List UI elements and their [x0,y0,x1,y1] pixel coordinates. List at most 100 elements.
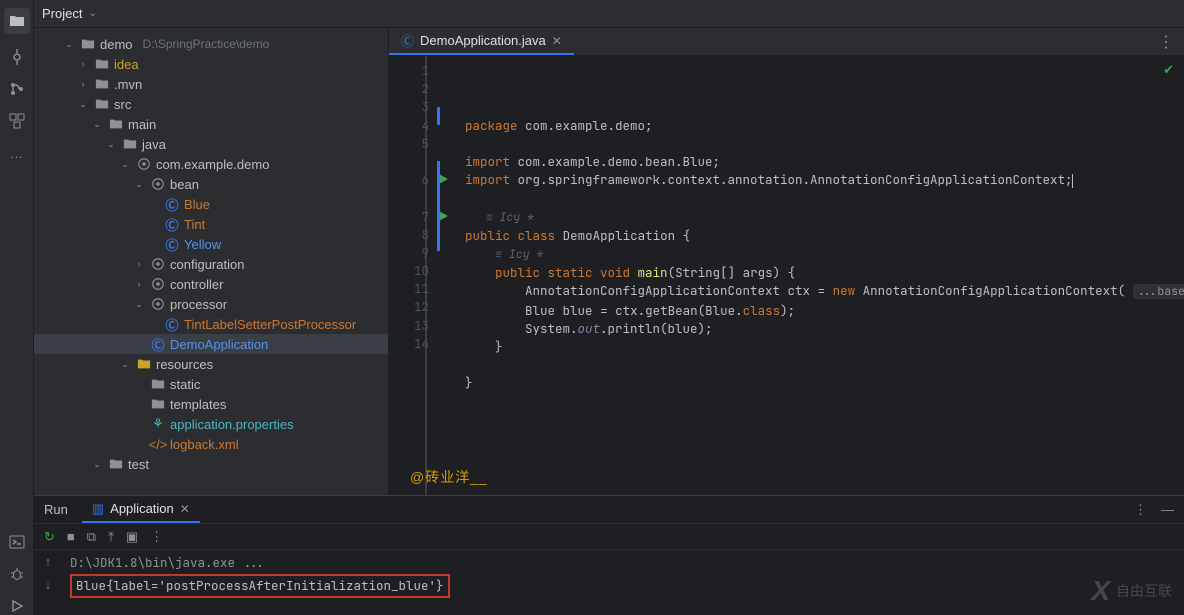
tree-label: test [128,457,149,472]
line-number: 8 [389,226,429,244]
run-title: Run [44,502,68,517]
console-output-highlight: Blue{label='postProcessAfterInitializati… [70,574,450,598]
tree-label: static [170,377,200,392]
tree-node-configuration[interactable]: ›configuration [34,254,388,274]
tree-label: logback.xml [170,437,239,452]
tree-label: Tint [184,217,205,232]
up-icon[interactable]: ↑ [45,554,52,569]
more-icon[interactable]: ⋮ [1134,502,1147,518]
tree-node-static[interactable]: static [34,374,388,394]
tree-node-src[interactable]: ⌄src [34,94,388,114]
tree-node-logback-xml[interactable]: </>logback.xml [34,434,388,454]
props-icon: ⚘ [150,416,166,432]
tree-node-bean[interactable]: ⌄ bean [34,174,388,194]
rerun-icon[interactable]: ↻ [44,529,55,545]
terminal-tool-button[interactable] [8,533,26,551]
chevron-icon[interactable]: ⌄ [90,459,104,470]
structure-tool-button[interactable] [8,112,26,130]
tree-node-yellow[interactable]: ⒸYellow [34,234,388,254]
folder-icon [94,77,110,91]
left-toolbar: … [0,0,34,615]
tree-node-com-example-demo[interactable]: ⌄com.example.demo [34,154,388,174]
chevron-icon[interactable]: ⌄ [118,359,132,370]
line-number: 7 [389,208,429,226]
chevron-icon[interactable]: › [76,79,90,89]
folder-icon [80,37,96,51]
folder-icon [122,137,138,151]
run-tool-window: Run ▥ Application ✕ ⋮ — ↻ ■ ⧉ ⤒ ▣ ⋮ [34,495,1184,615]
tree-label: Blue [184,197,210,212]
chevron-icon[interactable]: ⌄ [62,39,76,50]
tree-node-tintlabelsetterpostprocessor[interactable]: ⒸTintLabelSetterPostProcessor [34,314,388,334]
debug-tool-button[interactable] [8,565,26,583]
code-editor[interactable]: ✔ 1234567891011121314 package com.exampl… [389,56,1184,495]
tree-node-application-properties[interactable]: ⚘application.properties [34,414,388,434]
chevron-icon[interactable]: › [132,279,146,289]
line-number: 2 [389,80,429,98]
package-icon [150,297,166,311]
project-tool-button[interactable] [4,8,30,34]
chevron-icon[interactable]: ⌄ [132,179,146,190]
line-number [389,153,429,171]
package-icon [136,157,152,171]
tree-label: DemoApplication [170,337,268,352]
project-title: Project [42,6,82,21]
more-tool-button[interactable]: … [8,144,26,162]
line-number: 13 [389,317,429,335]
tree-node-tint[interactable]: Ⓒ Tint [34,214,388,234]
screenshot-icon[interactable]: ⧉ [87,529,96,545]
tree-label: Yellow [184,237,221,252]
tree-node--mvn[interactable]: ›.mvn [34,74,388,94]
folder-icon [94,97,110,111]
chevron-icon[interactable]: ⌄ [132,299,146,310]
commit-tool-button[interactable] [8,48,26,66]
tree-node-demo[interactable]: ⌄demoD:\SpringPractice\demo [34,34,388,54]
tab-demoapplication[interactable]: Ⓒ DemoApplication.java ✕ [389,28,574,55]
tree-label: resources [156,357,213,372]
console-command: D:\JDK1.8\bin\java.exe ... [70,554,265,571]
tree-node-resources[interactable]: ⌄ resources [34,354,388,374]
line-number: 6 [389,171,429,189]
tree-label: controller [170,277,223,292]
tree-label: idea [114,57,139,72]
project-tree[interactable]: ⌄demoD:\SpringPractice\demo › idea ›.mvn⌄sr… [34,28,389,495]
chevron-icon[interactable]: › [76,59,90,69]
chevron-icon[interactable]: ⌄ [90,119,104,130]
run-tool-button[interactable] [8,597,26,615]
more-icon[interactable]: ⋮ [150,529,163,545]
export-icon[interactable]: ⤒ [108,529,114,545]
close-icon[interactable]: ✕ [552,34,562,48]
tree-node-test[interactable]: ⌄ test [34,454,388,474]
layout-icon[interactable]: ▣ [126,529,138,545]
stop-icon[interactable]: ■ [67,529,75,544]
line-number: 4 [389,117,429,135]
close-icon[interactable]: ✕ [180,502,190,516]
down-icon[interactable]: ↓ [45,577,52,592]
vcs-tool-button[interactable] [8,80,26,98]
tree-node-templates[interactable]: templates [34,394,388,414]
chevron-icon[interactable]: › [132,259,146,269]
chevron-icon[interactable]: ⌄ [76,99,90,110]
tree-label: main [128,117,156,132]
run-console[interactable]: D:\JDK1.8\bin\java.exe ... Blue{label='p… [62,550,1184,615]
code-area[interactable]: package com.example.demo; import com.exa… [437,56,1184,495]
tree-node-java[interactable]: ⌄java [34,134,388,154]
line-number: 5 [389,135,429,153]
run-config-tab[interactable]: ▥ Application ✕ [82,496,200,523]
editor-tabs-more-icon[interactable]: ⋮ [1148,32,1184,52]
tree-node-blue[interactable]: ⒸBlue [34,194,388,214]
line-number: 10 [389,262,429,280]
tree-node-demoapplication[interactable]: ⒸDemoApplication [34,334,388,354]
tree-node-main[interactable]: ⌄ main [34,114,388,134]
tree-label: bean [170,177,199,192]
tree-node-controller[interactable]: › controller [34,274,388,294]
chevron-icon[interactable]: ⌄ [118,159,132,170]
chevron-icon[interactable]: ⌄ [104,139,118,150]
tree-label: TintLabelSetterPostProcessor [184,317,356,332]
line-number [389,189,429,207]
chevron-down-icon[interactable]: ⌄ [88,8,96,19]
class-icon: Ⓒ [164,215,180,234]
tree-node-idea[interactable]: › idea [34,54,388,74]
hide-icon[interactable]: — [1161,502,1174,517]
tree-node-processor[interactable]: ⌄processor [34,294,388,314]
